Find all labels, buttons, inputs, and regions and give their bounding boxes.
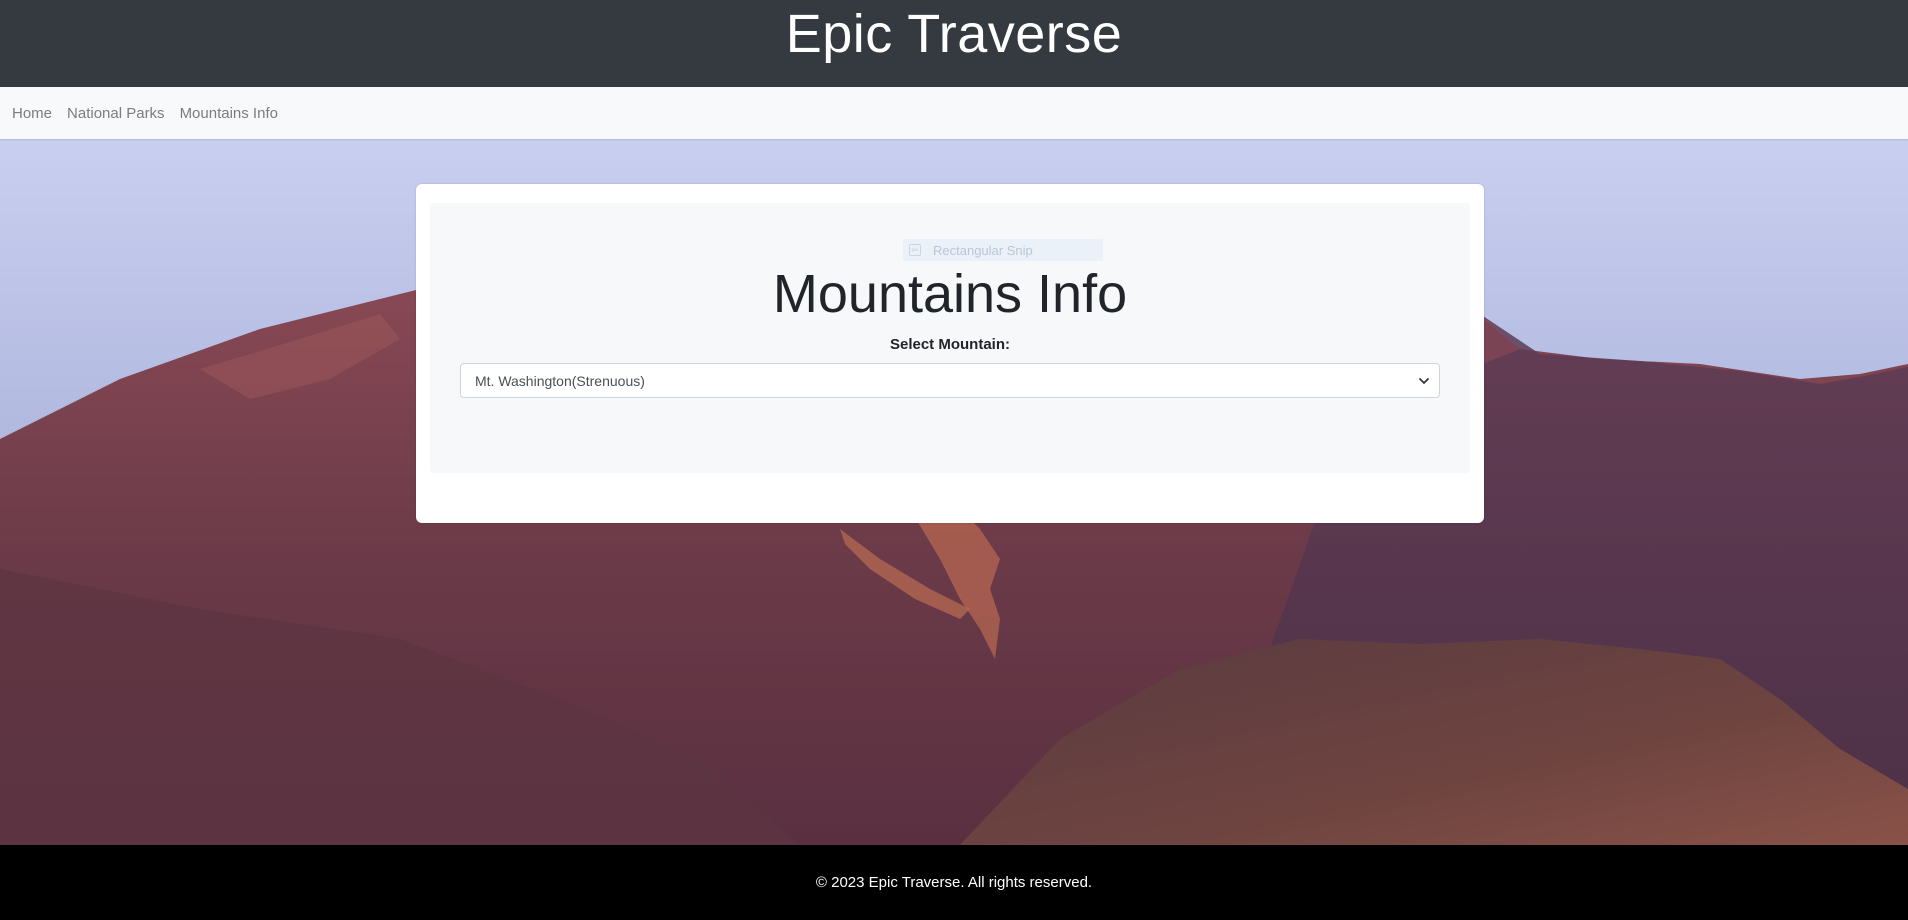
scissors-icon: ✂ <box>909 244 921 256</box>
site-footer: © 2023 Epic Traverse. All rights reserve… <box>0 845 1908 920</box>
page-title: Mountains Info <box>772 264 1128 324</box>
chevron-down-icon <box>1419 378 1429 384</box>
navbar: Home National Parks Mountains Info <box>0 87 1908 139</box>
site-title: Epic Traverse <box>785 4 1123 64</box>
mountains-info-card: ✂ Rectangular Snip Mountains Info Select… <box>416 184 1484 523</box>
select-mountain-label: Select Mountain: <box>889 336 1010 353</box>
card-body: ✂ Rectangular Snip Mountains Info Select… <box>430 203 1470 473</box>
footer-copyright: © 2023 Epic Traverse. All rights reserve… <box>815 874 1093 891</box>
mountain-select-value: Mt. Washington(Strenuous) <box>475 372 645 389</box>
nav-link-home[interactable]: Home <box>12 105 52 122</box>
site-header: Epic Traverse <box>0 0 1908 87</box>
nav-link-national-parks[interactable]: National Parks <box>67 105 165 122</box>
mountain-select[interactable]: Mt. Washington(Strenuous) <box>460 363 1440 398</box>
rectangular-snip-overlay: ✂ Rectangular Snip <box>903 239 1103 261</box>
nav-link-mountains-info[interactable]: Mountains Info <box>180 105 278 122</box>
snip-label: Rectangular Snip <box>933 242 1033 258</box>
